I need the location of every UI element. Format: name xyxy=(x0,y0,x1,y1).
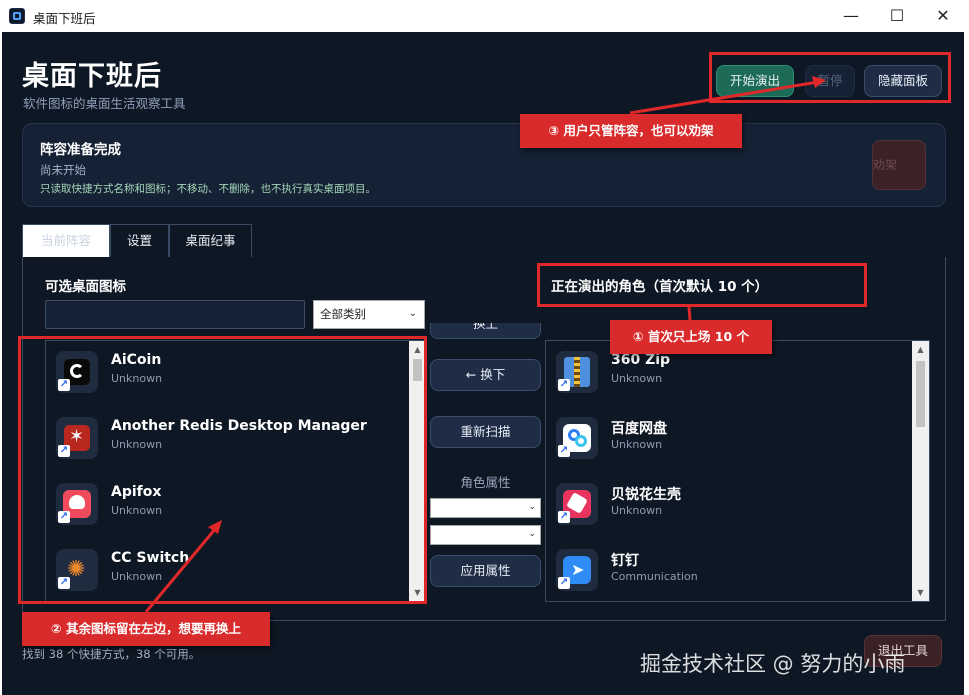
rescan-button[interactable]: 重新扫描 xyxy=(430,416,541,448)
item-category: Unknown xyxy=(611,372,663,385)
callout-toolbar: ③ 用户只管阵容，也可以劝架 xyxy=(520,114,742,148)
mediate-button[interactable]: 劝架 xyxy=(872,140,926,190)
item-category: Communication xyxy=(611,570,698,583)
title-bar: 桌面下班后 — ☐ ✕ xyxy=(0,0,969,32)
swap-out-button[interactable]: ← 换下 xyxy=(430,359,541,391)
chevron-down-icon: ⌄ xyxy=(408,308,417,319)
category-select-value: 全部类别 xyxy=(320,307,366,321)
tab-desktop-chronicle[interactable]: 桌面纪事 xyxy=(169,224,252,257)
add-to-lineup-button[interactable]: 换上 xyxy=(430,323,541,339)
zip-icon: ↗ xyxy=(556,351,598,393)
status-card: 阵容准备完成 尚未开始 只读取快捷方式名称和图标；不移动、不删除，也不执行真实桌… xyxy=(22,123,946,207)
list-item[interactable]: ↗ 贝锐花生壳 Unknown xyxy=(556,483,896,549)
active-roles-list[interactable]: ↗ 360 Zip Unknown ↗ 百度网盘 Unknown ↗ 贝锐花生壳… xyxy=(545,340,930,602)
baidu-netdisk-icon: ↗ xyxy=(556,417,598,459)
right-list-scrollbar[interactable]: ▲ ▼ xyxy=(912,341,929,601)
close-button[interactable]: ✕ xyxy=(920,0,966,32)
left-list-highlight-box xyxy=(18,336,427,604)
app-subtitle: 软件图标的桌面生活观察工具 xyxy=(23,96,186,111)
status-subtitle: 尚未开始 xyxy=(40,163,86,177)
item-name: 360 Zip xyxy=(611,352,671,368)
attribute-select-1[interactable]: ⌄ xyxy=(430,498,541,518)
minimize-button[interactable]: — xyxy=(828,0,874,32)
dingtalk-icon: ➤ ↗ xyxy=(556,549,598,591)
peanut-shell-icon: ↗ xyxy=(556,483,598,525)
scroll-down-icon[interactable]: ▼ xyxy=(912,584,929,601)
list-item[interactable]: ➤ ↗ 钉钉 Communication xyxy=(556,549,896,601)
app-icon xyxy=(9,8,25,24)
scroll-thumb[interactable] xyxy=(916,361,925,427)
role-attribute-label: 角色属性 xyxy=(460,475,511,490)
chevron-down-icon: ⌄ xyxy=(528,502,536,512)
callout-left-list: ② 其余图标留在左边，想要再换上 xyxy=(22,612,270,646)
item-name: 贝锐花生壳 xyxy=(611,487,681,503)
add-to-lineup-label: 换上 xyxy=(472,323,498,331)
watermark: 掘金技术社区 @ 努力的小雨 xyxy=(640,652,906,676)
scroll-up-icon[interactable]: ▲ xyxy=(912,341,929,358)
toolbar-highlight-box xyxy=(709,52,951,103)
maximize-button[interactable]: ☐ xyxy=(874,0,920,32)
apply-attribute-button[interactable]: 应用属性 xyxy=(430,555,541,587)
search-input[interactable] xyxy=(45,300,305,329)
list-item[interactable]: ↗ 百度网盘 Unknown xyxy=(556,417,896,483)
status-note: 只读取快捷方式名称和图标；不移动、不删除，也不执行真实桌面项目。 xyxy=(40,183,376,195)
list-item[interactable]: ↗ 360 Zip Unknown xyxy=(556,351,896,417)
item-category: Unknown xyxy=(611,504,663,517)
item-name: 钉钉 xyxy=(611,553,639,569)
item-name: 百度网盘 xyxy=(611,421,667,437)
item-category: Unknown xyxy=(611,438,663,451)
tab-current-lineup[interactable]: 当前阵容 xyxy=(22,224,110,257)
callout-right-list: ① 首次只上场 10 个 xyxy=(610,320,772,354)
category-select[interactable]: 全部类别 ⌄ xyxy=(313,300,425,329)
status-title: 阵容准备完成 xyxy=(40,142,121,158)
chevron-down-icon: ⌄ xyxy=(528,529,536,539)
available-icons-heading: 可选桌面图标 xyxy=(45,279,126,295)
tab-settings[interactable]: 设置 xyxy=(110,224,169,257)
app-title: 桌面下班后 xyxy=(22,61,162,92)
background-strip xyxy=(964,32,969,695)
window-title: 桌面下班后 xyxy=(33,11,96,26)
footer-status: 找到 38 个快捷方式，38 个可用。 xyxy=(22,647,201,661)
attribute-select-2[interactable]: ⌄ xyxy=(430,525,541,545)
right-heading-highlight-box xyxy=(537,263,867,307)
